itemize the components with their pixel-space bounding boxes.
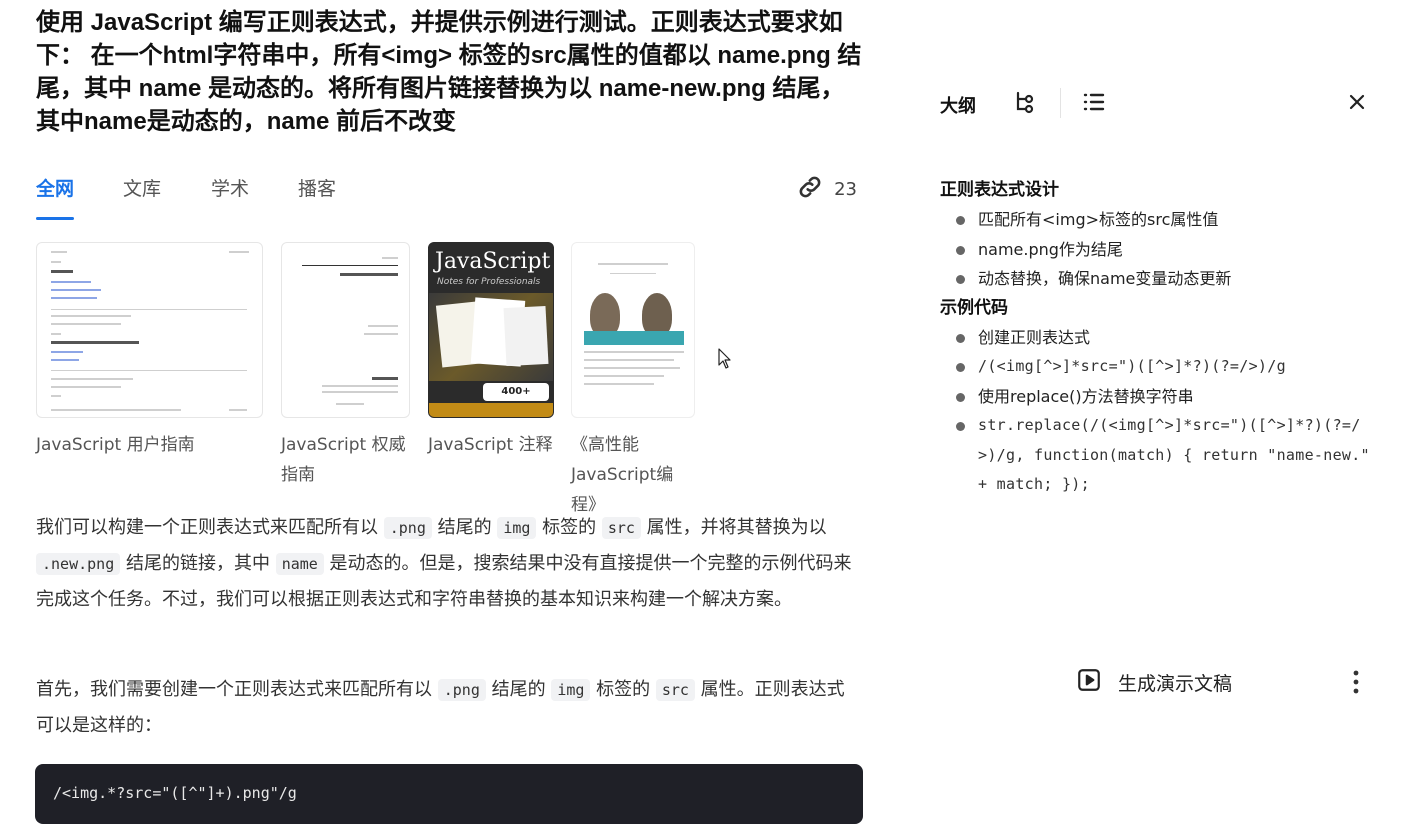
- code-text: /<img.*?src="([^"]+).png"/g: [53, 784, 297, 802]
- presentation-play-icon: [1076, 667, 1102, 697]
- outline-tab-label[interactable]: 大纲: [940, 92, 976, 118]
- book-thumbnail: [571, 242, 695, 418]
- mindmap-icon[interactable]: [1014, 90, 1038, 118]
- tab-web[interactable]: 全网: [36, 172, 75, 220]
- book-cover-subtitle: Notes for Professionals: [437, 277, 541, 287]
- book-cover: JavaScript Notes for Professionals 400+ …: [428, 242, 554, 418]
- outline-item[interactable]: 匹配所有<img>标签的src属性值: [940, 205, 1380, 235]
- outline-tree: 正则表达式设计 匹配所有<img>标签的src属性值 name.png作为结尾 …: [940, 176, 1380, 500]
- inline-code: img: [497, 517, 537, 539]
- document-thumbnail: [36, 242, 263, 418]
- outline-item[interactable]: str.replace(/(<img[^>]*src=")([^>]*?)(?=…: [940, 411, 1380, 500]
- reference-card[interactable]: JavaScript 用户指南: [36, 242, 263, 460]
- answer-panel: 使用 JavaScript 编写正则表达式，并提供示例进行测试。正则表达式要求如…: [0, 0, 900, 824]
- outline-item[interactable]: name.png作为结尾: [940, 235, 1380, 265]
- tab-podcast[interactable]: 播客: [298, 172, 336, 220]
- more-options-icon[interactable]: [1348, 668, 1364, 700]
- code-block[interactable]: /<img.*?src="([^"]+).png"/g: [35, 764, 863, 824]
- source-count: 23: [834, 178, 857, 200]
- answer-paragraph: 我们可以构建一个正则表达式来匹配所有以 .png 结尾的 img 标签的 src…: [36, 517, 852, 610]
- outline-item[interactable]: 创建正则表达式: [940, 323, 1380, 353]
- inline-code: name: [275, 553, 324, 575]
- inline-code: .png: [383, 517, 432, 539]
- link-icon: [796, 173, 824, 206]
- reference-card[interactable]: JavaScript Notes for Professionals 400+ …: [428, 242, 558, 460]
- card-title: JavaScript 用户指南: [36, 435, 195, 455]
- reference-card[interactable]: 《高性能JavaScript编程》: [571, 242, 696, 520]
- generate-presentation-label: 生成演示文稿: [1118, 672, 1233, 695]
- inline-code: src: [601, 517, 641, 539]
- question-title: 使用 JavaScript 编写正则表达式，并提供示例进行测试。正则表达式要求如…: [36, 9, 862, 135]
- close-icon[interactable]: [1345, 90, 1369, 118]
- outline-item[interactable]: 使用replace()方法替换字符串: [940, 382, 1380, 412]
- source-count-button[interactable]: 23: [796, 172, 857, 206]
- tab-library[interactable]: 文库: [123, 172, 161, 220]
- sidebar-header: 大纲: [940, 88, 1380, 120]
- reference-cards: JavaScript 用户指南 JavaScript 权威指南 JavaScri…: [36, 242, 866, 515]
- source-tabs: 全网 文库 学术 播客 23: [36, 172, 863, 222]
- inline-code: .new.png: [36, 553, 121, 575]
- outline-section-title[interactable]: 正则表达式设计: [940, 176, 1380, 205]
- inline-code: src: [655, 679, 695, 701]
- inline-code: img: [551, 679, 591, 701]
- mouse-cursor-icon: [718, 348, 732, 374]
- card-title: JavaScript 权威指南: [281, 435, 406, 485]
- book-cover-title: JavaScript: [435, 249, 551, 274]
- inline-code: .png: [437, 679, 486, 701]
- document-thumbnail: [281, 242, 410, 418]
- answer-paragraph: 首先，我们需要创建一个正则表达式来匹配所有以 .png 结尾的 img 标签的 …: [36, 679, 845, 736]
- reference-card[interactable]: JavaScript 权威指南: [281, 242, 411, 490]
- list-icon[interactable]: [1082, 90, 1106, 118]
- page-count-badge: 400+ pages: [483, 383, 549, 415]
- card-title: 《高性能JavaScript编程》: [571, 435, 674, 515]
- tab-academic[interactable]: 学术: [211, 172, 249, 220]
- outline-section-title[interactable]: 示例代码: [940, 294, 1380, 323]
- outline-sidebar: 大纲 正则表达式设计 匹配所有<img>标签的src属性值 name.png作为…: [900, 0, 1415, 813]
- outline-item[interactable]: /(<img[^>]*src=")([^>]*?)(?=/>)/g: [940, 352, 1380, 382]
- card-title: JavaScript 注释: [428, 435, 553, 455]
- outline-item[interactable]: 动态替换，确保name变量动态更新: [940, 264, 1380, 294]
- generate-presentation-button[interactable]: 生成演示文稿: [1076, 664, 1232, 700]
